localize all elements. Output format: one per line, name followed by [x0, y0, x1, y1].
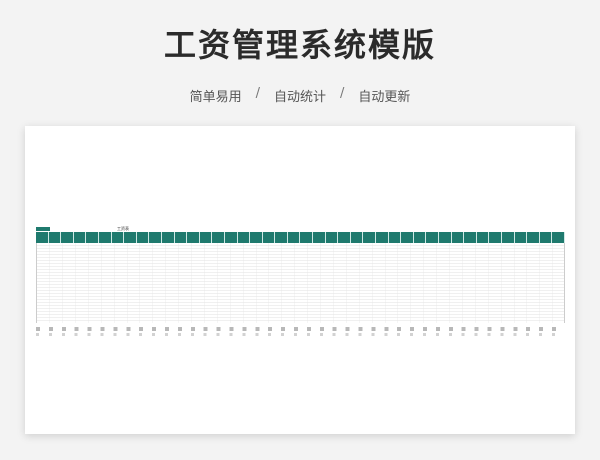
header-cell: [288, 232, 301, 243]
header-cell: [414, 232, 427, 243]
header-cell: [376, 232, 389, 243]
header-cell: [300, 232, 314, 243]
header-cell: [162, 232, 175, 243]
header-cell: [313, 232, 326, 243]
header-cell: [212, 232, 225, 243]
header-cell: [338, 232, 351, 243]
header-cell: [351, 232, 364, 243]
header-cell: [124, 232, 137, 243]
header-cell: [477, 232, 490, 243]
header-cell: [452, 232, 465, 243]
header-cell: [263, 232, 276, 243]
header-cell: [552, 232, 565, 243]
header-cell: [389, 232, 402, 243]
page-title: 工资管理系统模版: [163, 26, 436, 64]
separator: /: [255, 86, 260, 101]
header-cell: [137, 232, 150, 243]
separator: /: [340, 86, 345, 101]
spreadsheet-preview: 工资表: [25, 126, 575, 434]
header-cell: [527, 232, 540, 243]
feature-list: 简单易用 / 自动统计 / 自动更新: [0, 86, 600, 105]
sheet-tab: [36, 227, 50, 231]
header-cell: [200, 232, 213, 243]
summary-row-secondary: [36, 333, 565, 336]
table-body: [36, 243, 565, 323]
header-cell: [149, 232, 162, 243]
header-cell: [540, 232, 553, 243]
feature-auto-update: 自动更新: [358, 90, 411, 105]
header-cell: [426, 232, 439, 243]
header-cell: [363, 232, 377, 243]
header-cell: [250, 232, 263, 243]
header-cell: [489, 232, 502, 243]
header-cell: [74, 232, 87, 243]
header-cell: [99, 232, 112, 243]
header-cell: [61, 232, 74, 243]
summary-row: [36, 327, 565, 331]
header-cell: [225, 232, 238, 243]
header-cell: [464, 232, 477, 243]
header-cell: [275, 232, 288, 243]
header-cell: [515, 232, 528, 243]
header-cell: [502, 232, 515, 243]
feature-auto-stat: 自动统计: [273, 90, 326, 105]
header-cell: [439, 232, 452, 243]
feature-easy: 简单易用: [189, 90, 242, 105]
header-cell: [175, 232, 188, 243]
header-cell: [238, 232, 251, 243]
header-cell: [49, 232, 62, 243]
header-cell: [86, 232, 99, 243]
header-cell: [187, 232, 200, 243]
header-cell: [326, 232, 339, 243]
header-cell: [36, 232, 49, 243]
header-cell: [112, 232, 125, 243]
header-cell: [401, 232, 414, 243]
table-header: [36, 232, 565, 243]
